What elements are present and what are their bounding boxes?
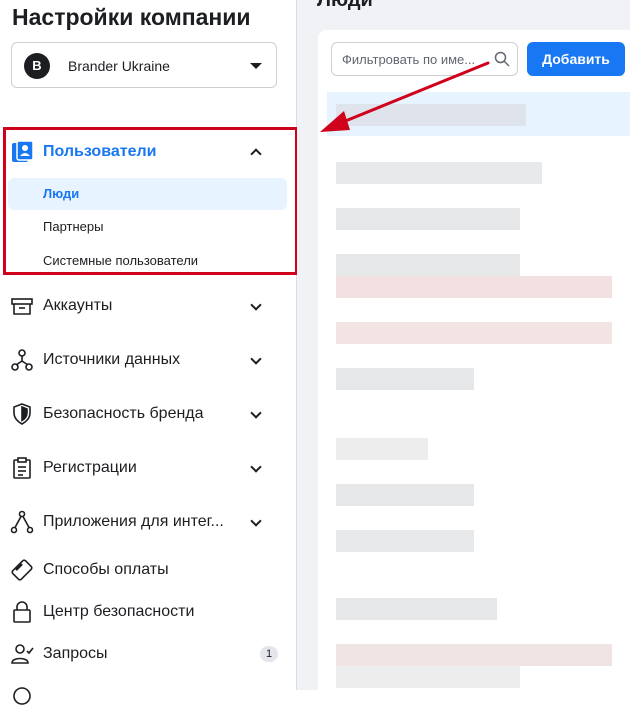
sidebar-item-data-sources[interactable]: Источники данных	[0, 343, 296, 377]
caret-down-icon	[250, 63, 262, 69]
archive-box-icon	[11, 298, 33, 315]
shield-icon	[13, 403, 31, 425]
search-icon	[494, 51, 510, 67]
chevron-down-icon	[250, 407, 262, 419]
sidebar-item-label: Источники данных	[43, 351, 181, 368]
list-item[interactable]	[327, 196, 630, 240]
list-item[interactable]	[327, 92, 630, 136]
list-item[interactable]	[327, 472, 630, 516]
chevron-down-icon	[250, 353, 262, 365]
sidebar-item-integrations[interactable]: Приложения для интег...	[0, 505, 296, 539]
sidebar-item-label: Центр безопасности	[43, 603, 195, 620]
chevron-down-icon	[250, 515, 262, 527]
sidebar-item-security-center[interactable]: Центр безопасности	[0, 595, 296, 629]
list-item[interactable]	[327, 242, 630, 298]
section-heading: Люди	[317, 0, 373, 11]
business-account-selector[interactable]: B Brander Ukraine	[11, 42, 277, 88]
blurred-text	[336, 368, 474, 390]
sidebar-item-payment-methods[interactable]: Способы оплаты	[0, 553, 296, 587]
sidebar-item-more[interactable]	[0, 679, 296, 713]
sidebar-item-label: Аккаунты	[43, 297, 113, 314]
sidebar-item-label: Запросы	[43, 645, 108, 662]
blurred-text	[336, 598, 497, 620]
sidebar-item-accounts[interactable]: Аккаунты	[0, 289, 296, 323]
sidebar-item-label: Безопасность бренда	[43, 405, 204, 422]
list-item[interactable]	[327, 586, 630, 630]
settings-icon	[13, 687, 31, 705]
requests-count-badge: 1	[260, 646, 278, 662]
chevron-down-icon	[250, 461, 262, 473]
list-item[interactable]	[327, 632, 630, 688]
list-item[interactable]	[327, 150, 630, 194]
blurred-text	[336, 438, 428, 460]
chevron-down-icon	[250, 299, 262, 311]
blurred-text	[336, 162, 542, 184]
filter-by-name-input[interactable]	[331, 42, 518, 76]
sidebar-item-registrations[interactable]: Регистрации	[0, 451, 296, 485]
sidebar-item-label: Приложения для интег...	[43, 513, 224, 530]
integrations-icon	[10, 510, 34, 534]
blurred-text	[336, 484, 474, 506]
blurred-text	[336, 104, 526, 126]
lock-icon	[13, 601, 31, 623]
add-button[interactable]: Добавить	[527, 42, 625, 76]
blurred-text	[336, 666, 520, 688]
sidebar-item-label: Способы оплаты	[43, 561, 169, 578]
clipboard-icon	[13, 457, 31, 479]
blurred-text	[336, 530, 474, 552]
data-sources-icon	[11, 349, 33, 371]
list-item[interactable]	[327, 310, 630, 354]
sidebar-item-brand-safety[interactable]: Безопасность бренда	[0, 397, 296, 431]
sidebar-item-label: Регистрации	[43, 459, 137, 476]
highlight-annotation-box	[3, 127, 298, 275]
blurred-text	[336, 644, 612, 666]
avatar: B	[24, 53, 50, 79]
settings-sidebar: Настройки компании B Brander Ukraine Пол…	[0, 0, 298, 705]
list-item[interactable]	[327, 518, 630, 562]
page-title: Настройки компании	[12, 4, 251, 30]
account-name: Brander Ukraine	[68, 58, 170, 74]
people-card: Добавить	[318, 30, 630, 710]
user-check-icon	[11, 644, 34, 664]
blurred-text	[336, 208, 520, 230]
sidebar-item-requests[interactable]: Запросы 1	[0, 637, 296, 671]
blurred-text	[336, 322, 612, 344]
list-item[interactable]	[327, 426, 630, 470]
blurred-text	[336, 276, 612, 298]
credit-card-icon	[11, 559, 33, 581]
list-item[interactable]	[327, 356, 630, 400]
blurred-text	[336, 254, 520, 276]
main-panel: Люди Добавить	[297, 0, 630, 710]
